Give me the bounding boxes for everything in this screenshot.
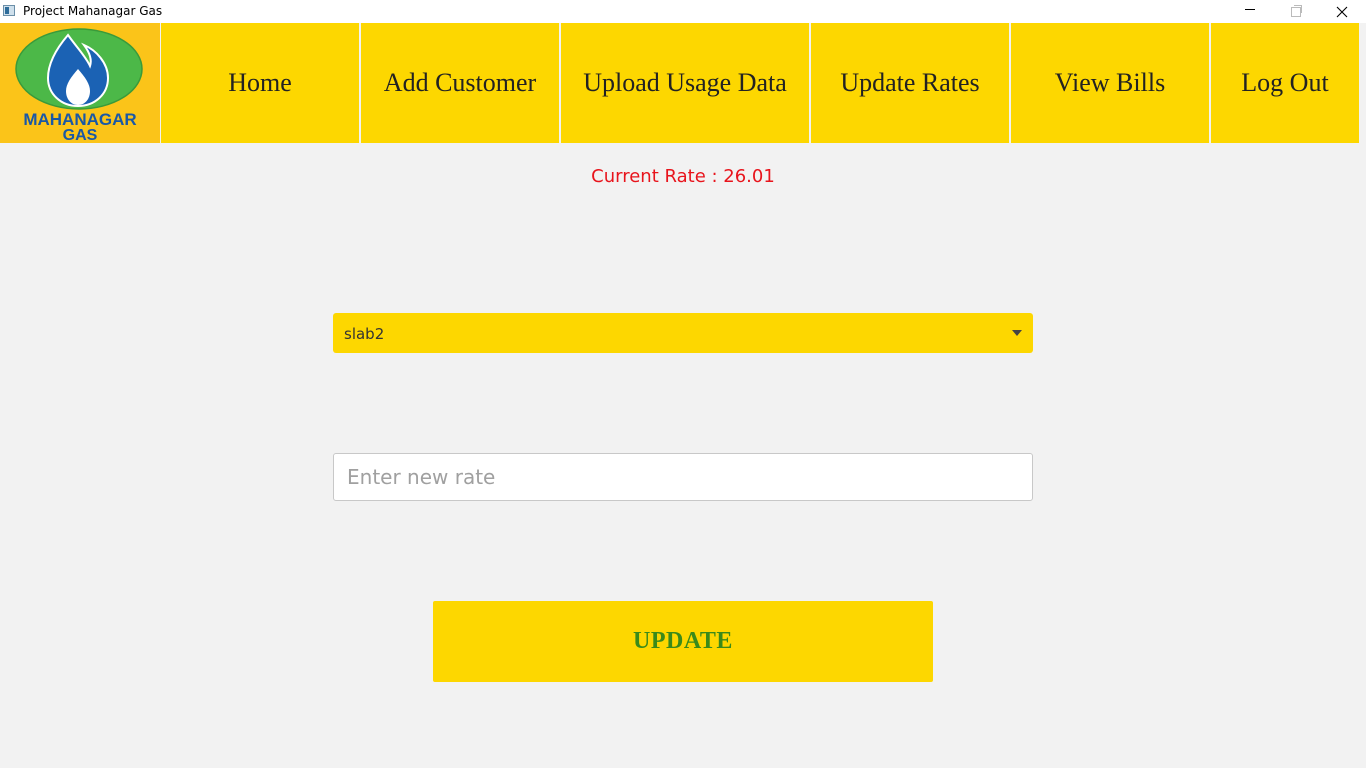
nav-view-bills[interactable]: View Bills [1011,23,1209,143]
nav-upload-usage-data[interactable]: Upload Usage Data [561,23,809,143]
mahanagar-gas-logo: MAHANAGAR GAS [0,23,160,143]
maximize-button[interactable] [1273,0,1319,23]
slab-select-value: slab2 [344,325,385,343]
nav-home[interactable]: Home [161,23,359,143]
nav-bar: MAHANAGAR GAS Home Add Customer Upload U… [0,23,1366,144]
close-icon [1336,6,1348,17]
restore-icon [1291,4,1302,17]
logo-flame-icon: MAHANAGAR GAS [15,28,143,143]
update-button[interactable]: UPDATE [433,601,933,682]
window-title: Project Mahanagar Gas [23,4,163,18]
app-icon [3,5,15,16]
new-rate-input[interactable] [333,453,1033,501]
current-rate-label: Current Rate : 26.01 [591,166,775,187]
chevron-down-icon [1012,330,1022,336]
logo-text-line2: GAS [63,127,98,143]
slab-select[interactable]: slab2 [333,313,1033,353]
close-button[interactable] [1319,0,1365,23]
nav-log-out[interactable]: Log Out [1211,23,1359,143]
nav-update-rates[interactable]: Update Rates [811,23,1009,143]
minimize-button[interactable] [1227,0,1273,23]
nav-add-customer[interactable]: Add Customer [361,23,559,143]
minimize-icon [1245,9,1255,10]
title-bar: Project Mahanagar Gas [0,0,1366,23]
